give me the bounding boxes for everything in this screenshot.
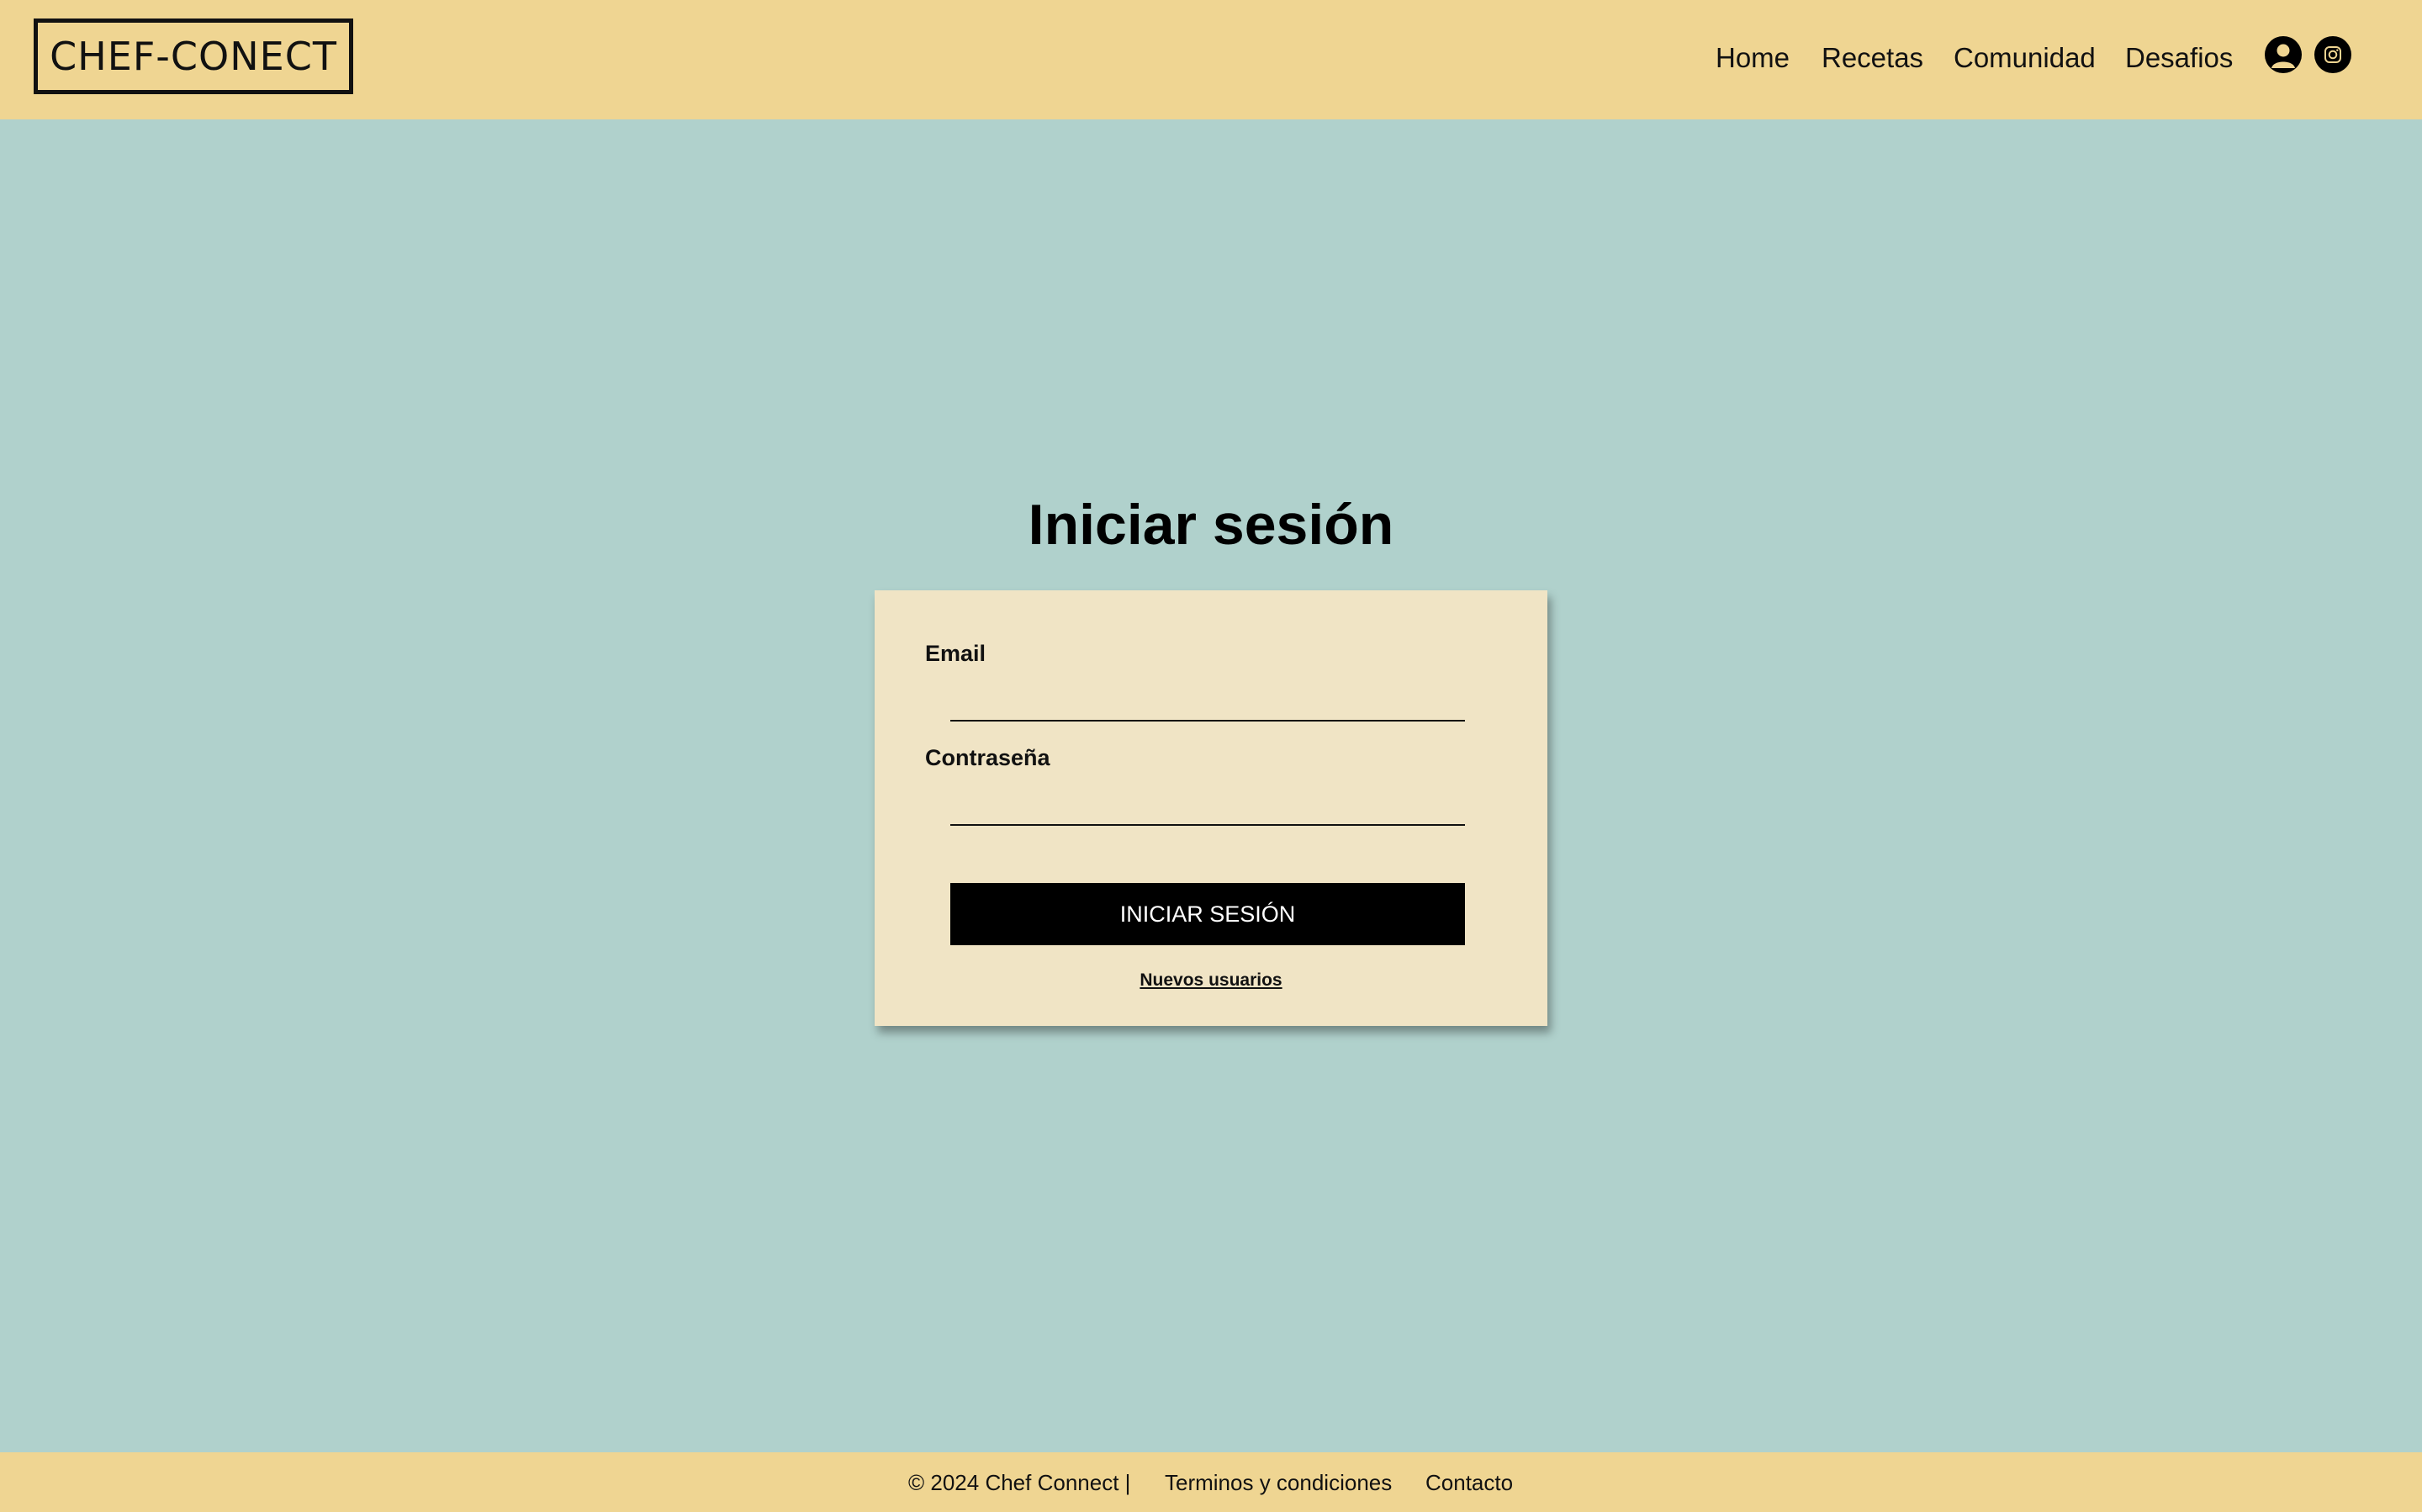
site-header: CHEF-CONECT Home Recetas Comunidad Desaf… xyxy=(0,0,2422,119)
site-footer: © 2024 Chef Connect | Terminos y condici… xyxy=(0,1452,2422,1512)
login-button[interactable]: INICIAR SESIÓN xyxy=(950,883,1465,945)
nav-comunidad[interactable]: Comunidad xyxy=(1954,37,2096,79)
new-users-link[interactable]: Nuevos usuarios xyxy=(875,970,1547,991)
page-title: Iniciar sesión xyxy=(1028,493,1394,557)
instagram-icon[interactable] xyxy=(2314,36,2351,73)
footer-terms-link[interactable]: Terminos y condiciones xyxy=(1165,1469,1392,1496)
email-label: Email xyxy=(925,641,986,666)
nav-home[interactable]: Home xyxy=(1716,37,1790,79)
login-card: Email Contraseña INICIAR SESIÓN Nuevos u… xyxy=(875,590,1547,1026)
footer-contact-link[interactable]: Contacto xyxy=(1425,1469,1513,1496)
footer-copyright: © 2024 Chef Connect | xyxy=(908,1470,1131,1495)
email-field[interactable] xyxy=(950,686,1465,722)
user-icon[interactable] xyxy=(2265,36,2302,73)
password-label: Contraseña xyxy=(925,745,1050,770)
nav-desafios[interactable]: Desafios xyxy=(2125,37,2233,79)
password-field[interactable] xyxy=(950,790,1465,826)
site-logo[interactable]: CHEF-CONECT xyxy=(34,19,353,94)
nav-recetas[interactable]: Recetas xyxy=(1822,37,1923,79)
